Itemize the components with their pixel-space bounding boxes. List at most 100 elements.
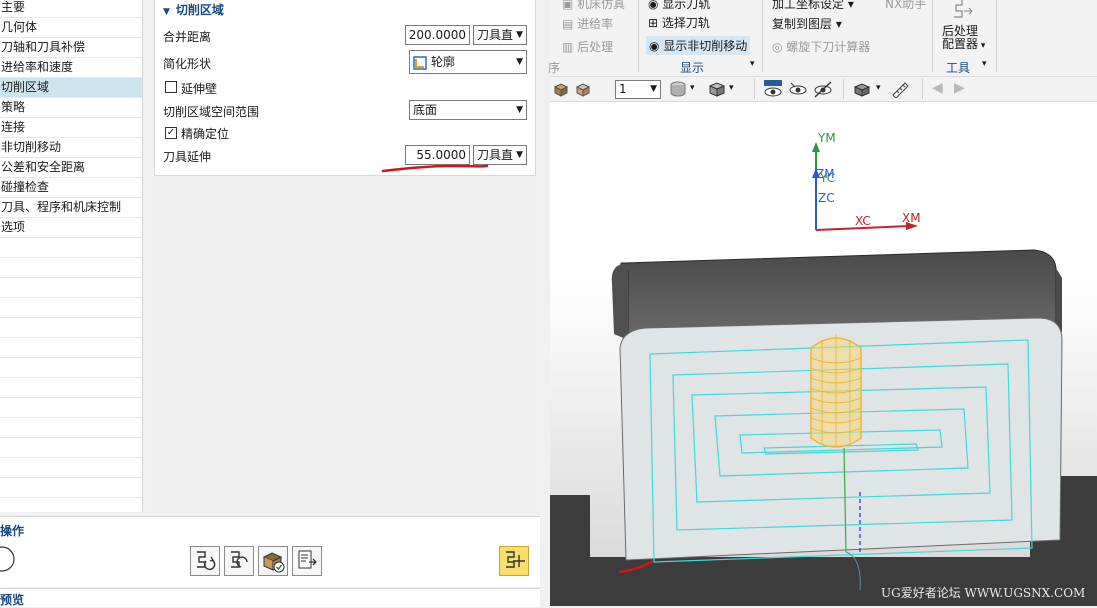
nav-item[interactable]: 选项 bbox=[0, 218, 142, 238]
tool-extension-label: 刀具延伸 bbox=[163, 150, 212, 164]
precise-position-label: 精确定位 bbox=[181, 127, 230, 141]
unit-text: 刀具直 bbox=[477, 28, 514, 42]
generate-icon bbox=[197, 551, 216, 571]
zm-label: ZM bbox=[816, 167, 835, 181]
postprocess-icon: ▥ bbox=[562, 40, 578, 54]
ribbon: ▣ 机床仿真 ▤ 进给率 ▥ 后处理 序 ◉ 显示刀轨 ⊞ 选择刀轨 ◉ 显示非… bbox=[548, 0, 1097, 76]
extend-wall-checkbox[interactable] bbox=[165, 81, 177, 93]
splitter[interactable] bbox=[540, 0, 550, 606]
view-toolbar: 1 ▼ ▾ ▾ ▾ ◀ ▶ bbox=[550, 76, 1097, 102]
panel-empty-area bbox=[154, 176, 536, 512]
spiral-calc-button[interactable]: ◎ 螺旋下刀计算器 bbox=[772, 38, 870, 55]
group-label-left: 序 bbox=[548, 61, 561, 75]
show-eye-icon[interactable] bbox=[787, 79, 809, 99]
nav-item[interactable]: 策略 bbox=[0, 98, 142, 118]
space-range-select[interactable]: 底面 ▼ bbox=[409, 100, 527, 120]
nav-item[interactable]: 切削区域 bbox=[0, 78, 142, 98]
verify-button[interactable] bbox=[258, 546, 288, 576]
postprocessor-icon bbox=[954, 0, 973, 18]
chevron-down-icon: ▼ bbox=[516, 57, 523, 67]
nav-item bbox=[0, 298, 142, 318]
nav-item[interactable]: 刀具、程序和机床控制 bbox=[0, 198, 142, 218]
nav-item bbox=[0, 418, 142, 438]
nav-item bbox=[0, 238, 142, 258]
nav-item[interactable]: 进给率和速度 bbox=[0, 58, 142, 78]
nav-item[interactable]: 碰撞检查 bbox=[0, 178, 142, 198]
show-toolpath-button[interactable]: ◉ 显示刀轨 bbox=[648, 0, 710, 12]
cylinder-icon[interactable] bbox=[668, 80, 688, 98]
machine-coord-label: 加工坐标设定 bbox=[772, 0, 845, 11]
hide-eye-icon[interactable] bbox=[812, 79, 834, 99]
group-expand-icon[interactable]: ▾ bbox=[982, 59, 987, 69]
shaded-box-icon[interactable] bbox=[552, 80, 570, 98]
xc-label: XC bbox=[855, 214, 871, 228]
operation-section: 操作 bbox=[0, 516, 540, 587]
precise-position-checkbox[interactable]: ✓ bbox=[165, 127, 177, 139]
xm-label: XM bbox=[902, 211, 921, 225]
circle-icon[interactable] bbox=[0, 545, 16, 573]
ribbon-separator bbox=[638, 0, 639, 72]
select-toolpath-button[interactable]: ⊞ 选择刀轨 bbox=[648, 14, 710, 31]
layer-select[interactable]: 1 ▼ bbox=[615, 80, 661, 99]
options-button[interactable] bbox=[499, 546, 529, 576]
simplify-shape-label: 简化形状 bbox=[163, 57, 212, 71]
nav-item[interactable]: 公差和安全距离 bbox=[0, 158, 142, 178]
ribbon-separator bbox=[932, 0, 933, 72]
nav-item[interactable]: 非切削移动 bbox=[0, 138, 142, 158]
space-range-value: 底面 bbox=[413, 103, 438, 117]
cut-region-panel: ▼ 切削区域 合并距离 200.0000 刀具直 ▼ 简化形状 轮廓 ▼ 延伸壁 切削… bbox=[154, 0, 536, 176]
group-expand-icon[interactable]: ▾ bbox=[750, 59, 755, 69]
feedrate-button[interactable]: ▤ 进给率 bbox=[562, 15, 613, 32]
nav-item[interactable]: 连接 bbox=[0, 118, 142, 138]
chevron-down-icon[interactable]: ▾ bbox=[729, 83, 734, 93]
spiral-calc-label: 螺旋下刀计算器 bbox=[786, 40, 871, 54]
simplify-shape-select[interactable]: 轮廓 ▼ bbox=[409, 50, 527, 74]
nav-item bbox=[0, 338, 142, 358]
toolpath-edit-icon bbox=[506, 551, 525, 568]
postprocessor-button[interactable]: 后处理 配置器 ▾ bbox=[942, 0, 985, 51]
toolbar-separator bbox=[754, 79, 755, 99]
wire-box-icon[interactable] bbox=[574, 80, 592, 98]
mcs-eye-icon[interactable] bbox=[762, 79, 784, 99]
group-label-display: 显示 bbox=[680, 61, 705, 75]
merge-distance-field[interactable]: 200.0000 bbox=[405, 25, 470, 45]
postprocessor-label: 后处理 配置器 ▾ bbox=[942, 25, 985, 53]
forward-arrow-icon[interactable]: ▶ bbox=[954, 80, 965, 96]
annotation-underline bbox=[381, 164, 489, 173]
chevron-down-icon[interactable]: ▾ bbox=[690, 83, 695, 93]
show-toolpath-label: 显示刀轨 bbox=[662, 0, 711, 11]
postprocessor-line1: 后处理 bbox=[942, 24, 979, 38]
show-noncut-label: 显示非切削移动 bbox=[663, 39, 748, 53]
chevron-down-icon: ▼ bbox=[516, 30, 523, 40]
merge-distance-unit-select[interactable]: 刀具直 ▼ bbox=[473, 25, 527, 45]
machine-sim-button[interactable]: ▣ 机床仿真 bbox=[562, 0, 625, 12]
machine-sim-label: 机床仿真 bbox=[577, 0, 626, 11]
graphics-viewport[interactable]: YM YC ZM ZC XC XM UG爱好者论坛 WWW.UGSNX.COM bbox=[550, 102, 1097, 606]
machine-coord-button[interactable]: 加工坐标设定 ▾ bbox=[772, 0, 854, 12]
generate-button[interactable] bbox=[190, 546, 220, 576]
list-button[interactable] bbox=[292, 546, 322, 576]
nav-item[interactable]: 几何体 bbox=[0, 18, 142, 38]
collapse-triangle-icon[interactable]: ▼ bbox=[163, 7, 170, 17]
spiral-icon: ◎ bbox=[772, 40, 787, 54]
view-orient-icon[interactable] bbox=[852, 80, 872, 98]
render-style-icon[interactable] bbox=[707, 80, 727, 98]
show-noncut-button[interactable]: ◉ 显示非切削移动 bbox=[646, 36, 751, 55]
nav-item[interactable]: 刀轴和刀具补偿 bbox=[0, 38, 142, 58]
preview-title: 预览 bbox=[0, 593, 25, 607]
space-range-label: 切削区域空间范围 bbox=[163, 105, 260, 119]
layer-value: 1 bbox=[619, 82, 627, 96]
nav-item[interactable]: 主要 bbox=[0, 0, 142, 18]
back-arrow-icon[interactable]: ◀ bbox=[932, 80, 943, 96]
chevron-down-icon: ▼ bbox=[516, 105, 523, 115]
preview-section[interactable]: 预览 bbox=[0, 588, 540, 607]
nx-assistant-button[interactable]: NX助手 bbox=[885, 0, 926, 12]
postprocess-button[interactable]: ▥ 后处理 bbox=[562, 38, 613, 55]
replay-button[interactable] bbox=[224, 546, 254, 576]
measure-icon[interactable] bbox=[890, 80, 910, 98]
group-header[interactable]: ▼ 切削区域 bbox=[163, 1, 224, 18]
copy-layer-button[interactable]: 复制到图层 ▾ bbox=[772, 15, 842, 32]
nav-item bbox=[0, 358, 142, 378]
merge-distance-label: 合并距离 bbox=[163, 30, 212, 44]
chevron-down-icon[interactable]: ▾ bbox=[876, 83, 881, 93]
